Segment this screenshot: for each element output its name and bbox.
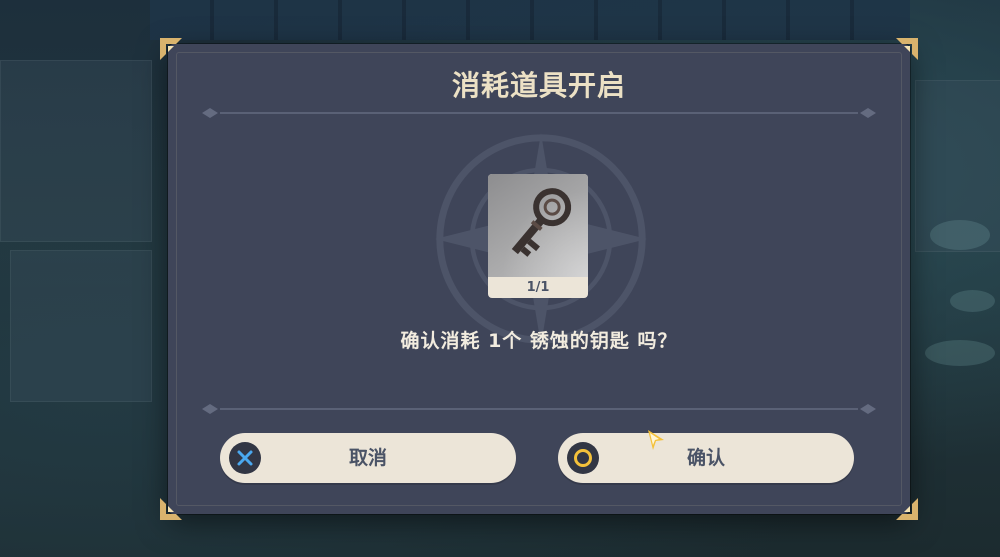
confirm-message: 确认消耗 1个 锈蚀的钥匙 吗？ <box>400 330 678 352</box>
dialog-title: 消耗道具开启 <box>451 69 626 102</box>
item-card[interactable]: 1/1 <box>488 174 588 298</box>
corner-ornament <box>160 38 182 60</box>
corner-ornament <box>160 498 182 520</box>
game-scene: 消耗道具开启 1/1 确认消耗 1个 锈蚀的钥匙 吗？ 取消 确认 <box>0 0 1000 557</box>
item-count: 1/1 <box>526 280 550 295</box>
consume-item-dialog: 消耗道具开启 1/1 确认消耗 1个 锈蚀的钥匙 吗？ 取消 确认 <box>160 38 918 520</box>
background-foliage <box>930 220 990 250</box>
corner-ornament <box>896 498 918 520</box>
background-stone-block <box>0 60 152 242</box>
cancel-button-label: 取消 <box>348 447 387 469</box>
confirm-button[interactable]: 确认 <box>558 430 854 483</box>
background-foliage <box>925 340 995 366</box>
background-foliage <box>950 290 995 312</box>
confirm-button-label: 确认 <box>686 447 725 469</box>
background-fence <box>150 0 910 40</box>
cancel-button[interactable]: 取消 <box>220 433 516 483</box>
rusted-key-icon <box>511 188 572 257</box>
bottom-divider <box>202 404 876 414</box>
top-divider <box>202 108 876 118</box>
item-art <box>488 174 588 277</box>
background-stone-block <box>10 250 152 402</box>
corner-ornament <box>896 38 918 60</box>
